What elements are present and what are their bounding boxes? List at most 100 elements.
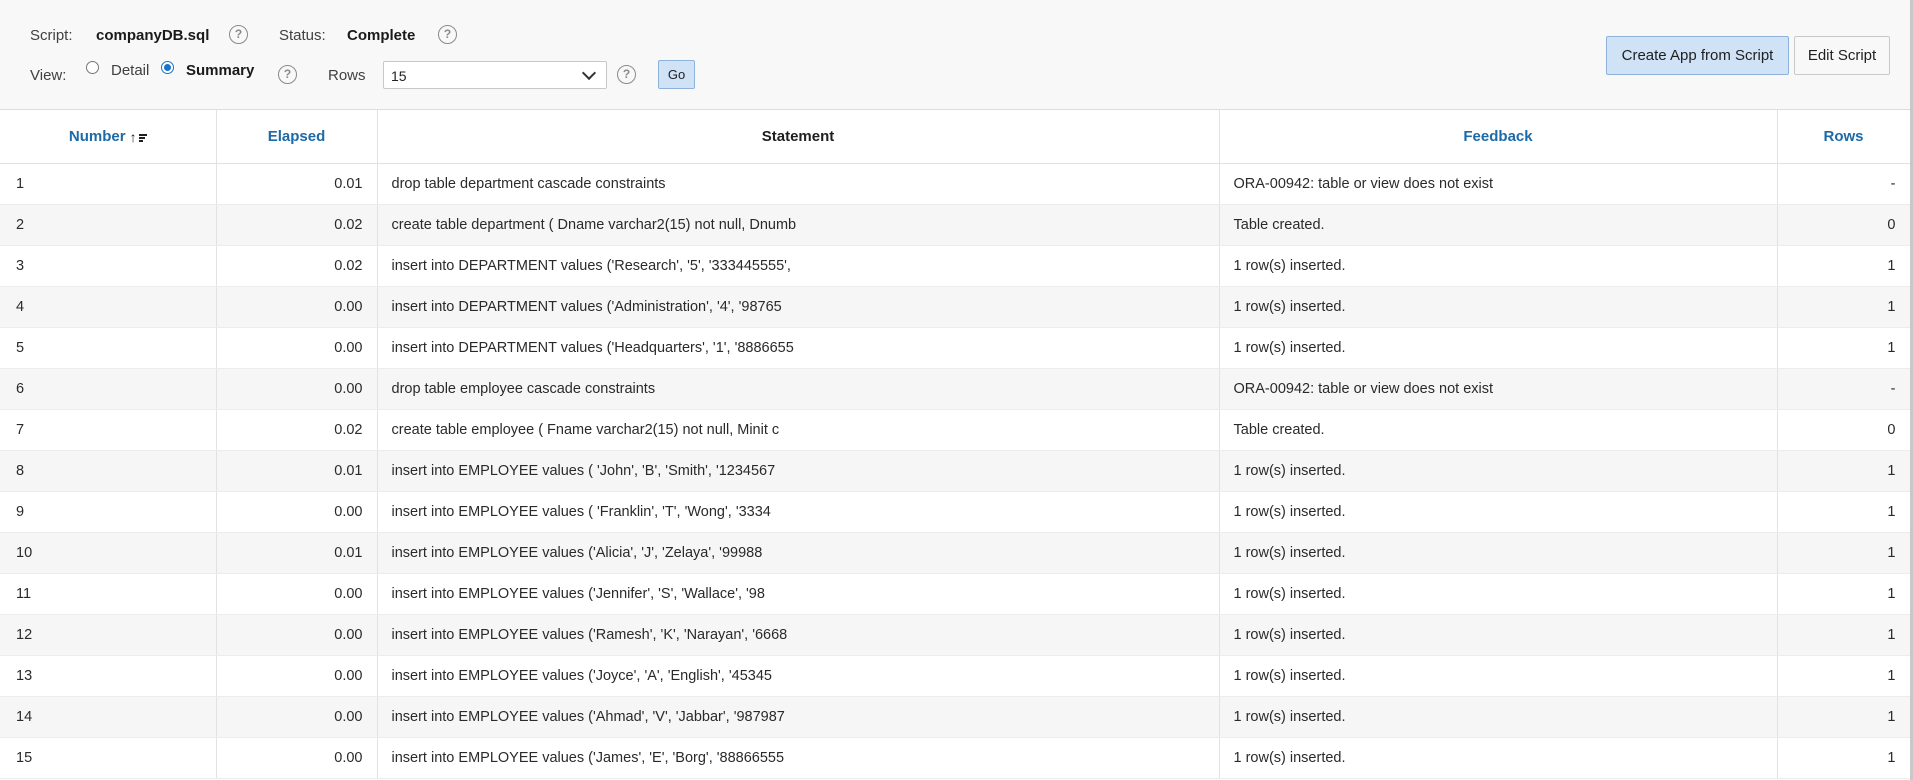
cell-statement: insert into EMPLOYEE values ('Joyce', 'A… xyxy=(377,655,1220,697)
cell-elapsed: 0.00 xyxy=(216,737,378,779)
cell-feedback: Table created. xyxy=(1219,204,1778,246)
view-help-icon[interactable]: ? xyxy=(278,65,297,84)
cell-feedback: 1 row(s) inserted. xyxy=(1219,614,1778,656)
rows-label: Rows xyxy=(328,67,366,84)
column-header-elapsed[interactable]: Elapsed xyxy=(216,110,378,164)
script-help-icon[interactable]: ? xyxy=(229,25,248,44)
table-row: 9 0.00 insert into EMPLOYEE values ( 'Fran… xyxy=(0,491,1911,533)
cell-elapsed: 0.00 xyxy=(216,327,378,369)
cell-elapsed: 0.00 xyxy=(216,368,378,410)
table-row: 12 0.00 insert into EMPLOYEE values ('Rame… xyxy=(0,614,1911,656)
results-table-body: 1 0.01 drop table department cascade const… xyxy=(0,163,1911,779)
cell-statement: insert into DEPARTMENT values ('Headquar… xyxy=(377,327,1220,369)
cell-feedback: 1 row(s) inserted. xyxy=(1219,286,1778,328)
table-row: 11 0.00 insert into EMPLOYEE values ('Jenn… xyxy=(0,573,1911,615)
cell-number: 13 xyxy=(0,655,217,697)
cell-feedback: 1 row(s) inserted. xyxy=(1219,532,1778,574)
table-row: 2 0.02 create table department ( Dname var… xyxy=(0,204,1911,246)
cell-rows: 1 xyxy=(1777,532,1911,574)
cell-rows: 1 xyxy=(1777,696,1911,738)
cell-number: 11 xyxy=(0,573,217,615)
cell-number: 6 xyxy=(0,368,217,410)
cell-elapsed: 0.00 xyxy=(216,614,378,656)
column-header-feedback[interactable]: Feedback xyxy=(1219,110,1778,164)
status-help-icon[interactable]: ? xyxy=(438,25,457,44)
cell-feedback: ORA-00942: table or view does not exist xyxy=(1219,163,1778,205)
cell-elapsed: 0.00 xyxy=(216,573,378,615)
cell-rows: 1 xyxy=(1777,491,1911,533)
cell-rows: 1 xyxy=(1777,655,1911,697)
status-value: Complete xyxy=(347,27,416,44)
create-app-from-script-button[interactable]: Create App from Script xyxy=(1606,36,1789,75)
cell-number: 1 xyxy=(0,163,217,205)
cell-number: 14 xyxy=(0,696,217,738)
view-summary-label[interactable]: Summary xyxy=(186,62,254,79)
table-row: 10 0.01 insert into EMPLOYEE values ('Alic… xyxy=(0,532,1911,574)
view-label: View: xyxy=(30,67,67,84)
script-name: companyDB.sql xyxy=(96,27,210,44)
cell-feedback: 1 row(s) inserted. xyxy=(1219,327,1778,369)
cell-rows: 1 xyxy=(1777,614,1911,656)
sort-ascending-icon: ↑ xyxy=(129,130,147,144)
cell-rows: 1 xyxy=(1777,286,1911,328)
cell-rows: 1 xyxy=(1777,450,1911,492)
cell-elapsed: 0.02 xyxy=(216,204,378,246)
cell-rows: - xyxy=(1777,368,1911,410)
cell-feedback: 1 row(s) inserted. xyxy=(1219,655,1778,697)
cell-rows: 0 xyxy=(1777,204,1911,246)
cell-elapsed: 0.02 xyxy=(216,245,378,287)
view-detail-label[interactable]: Detail xyxy=(111,62,149,79)
cell-number: 8 xyxy=(0,450,217,492)
column-header-number[interactable]: Number ↑ xyxy=(0,110,217,164)
cell-statement: insert into EMPLOYEE values ('Jennifer',… xyxy=(377,573,1220,615)
cell-elapsed: 0.00 xyxy=(216,491,378,533)
cell-feedback: Table created. xyxy=(1219,409,1778,451)
view-summary-radio[interactable] xyxy=(161,61,174,74)
cell-rows: - xyxy=(1777,163,1911,205)
cell-feedback: ORA-00942: table or view does not exist xyxy=(1219,368,1778,410)
cell-statement: drop table department cascade constraint… xyxy=(377,163,1220,205)
rows-select[interactable]: 15 xyxy=(383,61,607,89)
go-button[interactable]: Go xyxy=(658,60,695,89)
column-header-rows[interactable]: Rows xyxy=(1777,110,1911,164)
table-row: 14 0.00 insert into EMPLOYEE values ('Ahma… xyxy=(0,696,1911,738)
results-table: Number ↑ Elapsed Statement Feedback Rows … xyxy=(0,110,1911,779)
cell-statement: create table department ( Dname varchar2… xyxy=(377,204,1220,246)
column-header-statement: Statement xyxy=(377,110,1220,164)
cell-number: 12 xyxy=(0,614,217,656)
cell-feedback: 1 row(s) inserted. xyxy=(1219,450,1778,492)
chevron-down-icon xyxy=(581,65,597,81)
cell-number: 7 xyxy=(0,409,217,451)
cell-elapsed: 0.00 xyxy=(216,655,378,697)
rows-help-icon[interactable]: ? xyxy=(617,65,636,84)
table-row: 1 0.01 drop table department cascade const… xyxy=(0,163,1911,205)
cell-feedback: 1 row(s) inserted. xyxy=(1219,696,1778,738)
table-row: 3 0.02 insert into DEPARTMENT values ('Res… xyxy=(0,245,1911,287)
cell-feedback: 1 row(s) inserted. xyxy=(1219,245,1778,287)
cell-elapsed: 0.02 xyxy=(216,409,378,451)
edit-script-button[interactable]: Edit Script xyxy=(1794,36,1890,75)
table-row: 13 0.00 insert into EMPLOYEE values ('Joyc… xyxy=(0,655,1911,697)
cell-rows: 1 xyxy=(1777,573,1911,615)
cell-elapsed: 0.01 xyxy=(216,450,378,492)
cell-rows: 1 xyxy=(1777,245,1911,287)
cell-number: 9 xyxy=(0,491,217,533)
cell-elapsed: 0.01 xyxy=(216,163,378,205)
cell-statement: insert into EMPLOYEE values ('Alicia', '… xyxy=(377,532,1220,574)
cell-statement: drop table employee cascade constraints xyxy=(377,368,1220,410)
cell-rows: 1 xyxy=(1777,737,1911,779)
table-header-row: Number ↑ Elapsed Statement Feedback Rows xyxy=(0,110,1911,164)
column-header-number-label: Number xyxy=(68,128,126,145)
view-detail-radio[interactable] xyxy=(86,61,99,74)
cell-number: 3 xyxy=(0,245,217,287)
cell-number: 15 xyxy=(0,737,217,779)
cell-number: 5 xyxy=(0,327,217,369)
table-row: 6 0.00 drop table employee cascade constra… xyxy=(0,368,1911,410)
rows-select-value: 15 xyxy=(391,68,407,84)
cell-number: 2 xyxy=(0,204,217,246)
cell-elapsed: 0.01 xyxy=(216,532,378,574)
cell-statement: insert into DEPARTMENT values ('Administ… xyxy=(377,286,1220,328)
cell-rows: 0 xyxy=(1777,409,1911,451)
cell-elapsed: 0.00 xyxy=(216,286,378,328)
cell-feedback: 1 row(s) inserted. xyxy=(1219,573,1778,615)
